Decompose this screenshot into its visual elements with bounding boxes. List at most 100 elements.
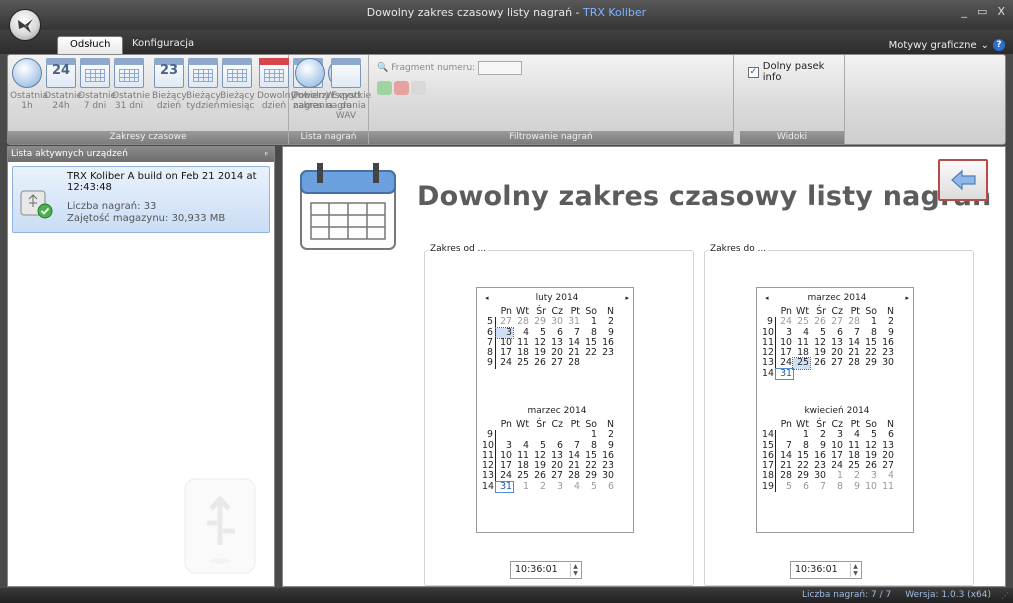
button-label-line2: do WAV (335, 101, 357, 121)
themes-menu[interactable]: Motywy graficzne ⌄ ? (889, 39, 1005, 51)
day-cell[interactable]: 10 (861, 481, 878, 492)
range-to-legend: Zakres do ... (708, 244, 769, 254)
resize-grip-icon[interactable]: ⋰ (1001, 591, 1009, 600)
ribbon-button-calendar-week[interactable]: Ostatnie 7 dni (78, 58, 116, 111)
day-cell[interactable]: 8 (827, 481, 844, 492)
today-day[interactable]: 31 (495, 480, 514, 494)
day-cell[interactable]: 6 (598, 481, 615, 492)
time-to-value: 10:36:01 (795, 564, 838, 575)
ribbon-button-wav-export[interactable]: Export do WAV (329, 58, 363, 121)
day-cell[interactable]: 1 (513, 481, 530, 492)
hummingbird-logo-icon (18, 19, 33, 33)
filter-green-icon[interactable] (377, 81, 392, 95)
fragment-label: Fragment numeru: (391, 63, 476, 73)
day-cell[interactable]: 6 (793, 481, 810, 492)
day-cell[interactable]: 30 (878, 358, 895, 369)
button-label-line1: Ostatnie (78, 91, 117, 101)
week-number: 14 (762, 368, 776, 380)
minimize-button[interactable]: _ (962, 5, 968, 18)
calendar-grid (193, 69, 213, 82)
day-cell[interactable]: 2 (530, 481, 547, 492)
ribbon-button-calendar-24[interactable]: 24 Ostatnie 24h (44, 58, 82, 111)
ribbon-button-calendar-week[interactable]: Bieżący tydzień (186, 58, 221, 111)
month-prev-icon[interactable]: ◂ (485, 291, 489, 305)
ribbon-button-refresh[interactable]: Pobierz nagrania (293, 58, 333, 111)
tab-odsluch[interactable]: Odsłuch (57, 36, 124, 54)
month-name: kwiecień 2014 (804, 406, 870, 416)
day-cell[interactable]: 27 (827, 358, 844, 369)
day-cell[interactable]: 26 (810, 358, 827, 369)
filter-red-icon[interactable] (394, 81, 409, 95)
day-cell[interactable]: 22 (581, 347, 598, 358)
bottom-info-bar-checkbox[interactable]: ✓ Dolny pasek info (748, 61, 844, 83)
button-label-line2: 7 dni (83, 101, 107, 111)
day-cell[interactable]: 9 (844, 481, 861, 492)
back-button[interactable] (938, 159, 988, 201)
close-button[interactable]: X (997, 5, 1005, 18)
button-label-line1: Export (331, 91, 361, 101)
app-window: Dowolny zakres czasowy listy nagrań - TR… (0, 0, 1013, 603)
month-next-icon[interactable]: ▸ (905, 291, 909, 305)
ribbon-button-calendar-question[interactable]: Dowolny dzień (257, 58, 296, 111)
day-cell[interactable]: 3 (547, 481, 564, 492)
ribbon-button-calendar-day[interactable]: 23 Bieżący dzień (152, 58, 187, 111)
day-cell[interactable]: 25 (513, 358, 530, 369)
time-spinner-icon[interactable]: ▲ ▼ (570, 563, 580, 577)
help-icon[interactable]: ? (993, 39, 1005, 51)
day-cell[interactable]: 28 (564, 358, 581, 369)
application-menu-orb[interactable] (9, 9, 41, 41)
pin-icon[interactable]: ᵖ (265, 147, 268, 162)
calendar-grid (227, 69, 247, 82)
day-cell[interactable]: 29 (861, 358, 878, 369)
ribbon-button-calendar-month[interactable]: Ostatnie 31 dni (112, 58, 150, 111)
week-row: 14 31 1 2 3 4 5 6 (482, 480, 632, 494)
day-cell (581, 358, 598, 368)
today-day[interactable]: 31 (775, 367, 794, 381)
tab-konfiguracja[interactable]: Konfiguracja (120, 36, 206, 54)
day-cell[interactable]: 4 (564, 481, 581, 492)
button-label-line2: 31 dni (114, 101, 144, 111)
group-label-widoki: Widoki (740, 131, 844, 144)
calendar-from: ◂ luty 2014 ▸ Pn Wt Śr Cz Pt So N 5 27 28 29 30 31 1 2 6 3 4… (476, 287, 634, 533)
month-header: ◂ luty 2014 ▸ (482, 291, 632, 305)
selected-day[interactable]: 25 (792, 357, 811, 370)
day-cell[interactable]: 5 (581, 481, 598, 492)
weekday-label: Cz (551, 419, 563, 430)
month-name: marzec 2014 (807, 293, 867, 303)
day-cell[interactable]: 7 (810, 481, 827, 492)
day-cell[interactable]: 26 (530, 358, 547, 369)
button-label-line1: Pobierz (293, 91, 327, 101)
day-cell[interactable]: 27 (547, 358, 564, 369)
window-app-name: TRX Koliber (583, 6, 647, 19)
calendar-week-icon (80, 58, 110, 88)
time-spinner-icon[interactable]: ▲ ▼ (850, 563, 860, 577)
button-label-line2: 24h (52, 101, 70, 111)
month-prev-icon[interactable]: ◂ (765, 291, 769, 305)
day-cell[interactable]: 11 (878, 481, 895, 492)
group-widoki: ✓ Dolny pasek info Widoki (740, 55, 845, 144)
maximize-button[interactable]: ▭ (977, 5, 987, 18)
fragment-number-input[interactable] (478, 61, 523, 75)
button-label-line2: tydzień (186, 101, 220, 111)
time-from-input[interactable]: 10:36:01 ▲ ▼ (510, 561, 582, 579)
refresh-icon (295, 58, 325, 88)
time-to-input[interactable]: 10:36:01 ▲ ▼ (790, 561, 862, 579)
device-item[interactable]: TRX Koliber A build on Feb 21 2014 at 12… (12, 166, 270, 233)
month-next-icon[interactable]: ▸ (625, 291, 629, 305)
group-lista-nagran: Pobierz nagrania Export do WAV Lista nagrań (289, 55, 369, 144)
title-bar: Dowolny zakres czasowy listy nagrań - TR… (0, 0, 1013, 30)
filter-none-icon[interactable] (411, 81, 426, 95)
ribbon-button-calendar-month[interactable]: Bieżący miesiąc (220, 58, 255, 111)
calendar-month-icon (222, 58, 252, 88)
day-cell[interactable]: 23 (598, 347, 615, 358)
day-cell[interactable]: 5 (776, 481, 793, 492)
day-cell[interactable]: 24 (496, 358, 513, 369)
day-cell[interactable]: 28 (844, 358, 861, 369)
ribbon-button-clock[interactable]: Ostatnia 1h (10, 58, 48, 111)
checkbox-checked-icon[interactable]: ✓ (748, 66, 759, 78)
calendar-grid (119, 69, 139, 82)
device-storage: Zajętość magazynu: 30,933 MB (67, 213, 226, 224)
page-title: Dowolny zakres czasowy listy nagrań (417, 181, 992, 212)
range-from-group: Zakres od ... ◂ luty 2014 ▸ Pn Wt Śr Cz Pt So N 5 2… (424, 244, 694, 586)
checkbox-label: Dolny pasek info (762, 61, 825, 83)
